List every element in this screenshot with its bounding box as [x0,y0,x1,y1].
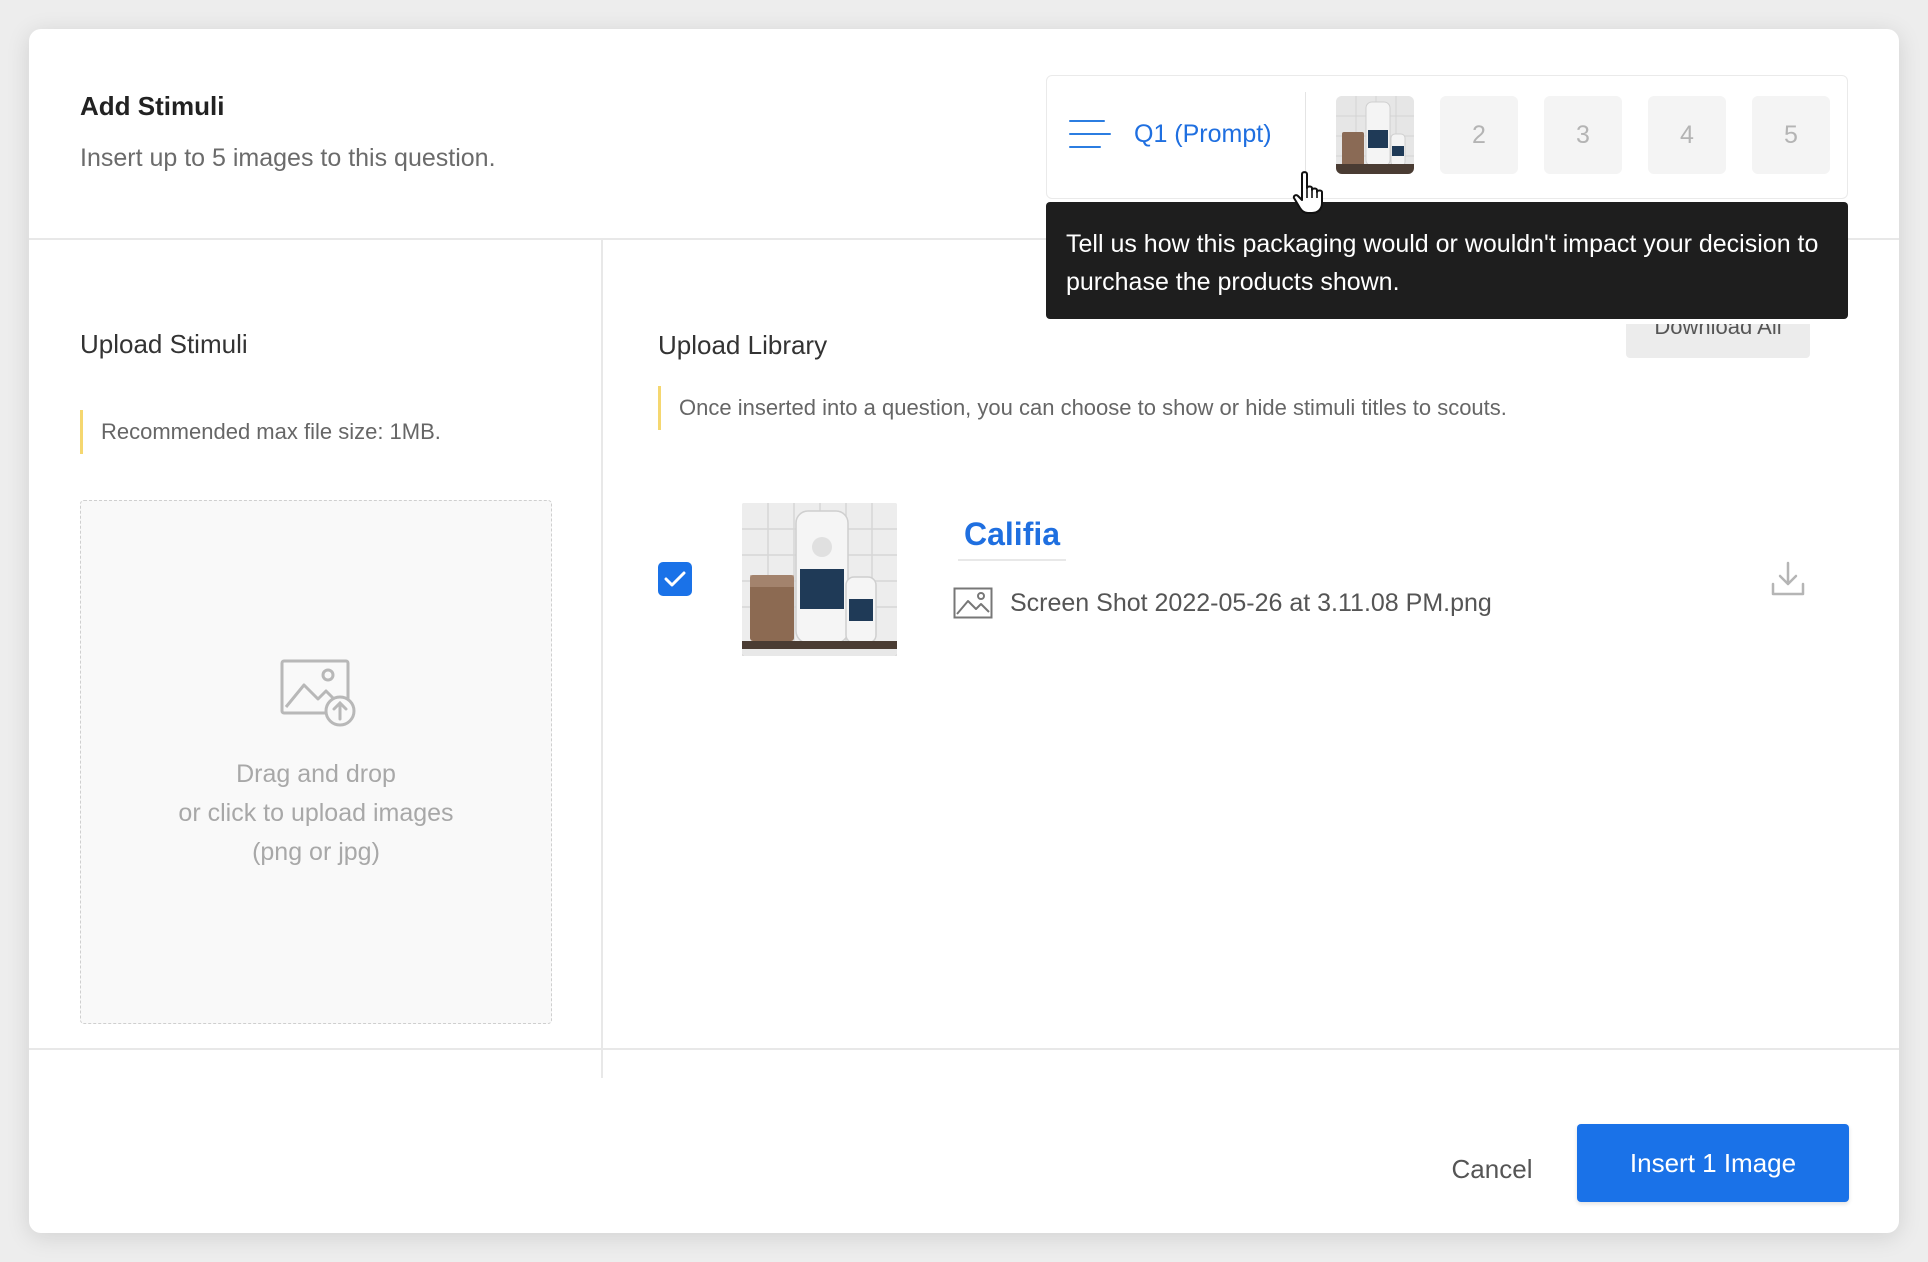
check-icon [664,571,686,587]
library-note: Once inserted into a question, you can c… [658,386,1507,430]
upload-stimuli-panel: Upload Stimuli Recommended max file size… [29,240,603,1078]
upload-stimuli-title: Upload Stimuli [80,329,248,359]
dialog-subtitle: Insert up to 5 images to this question. [80,144,496,172]
list-icon[interactable] [1069,120,1111,150]
image-upload-icon [280,659,356,727]
stimulus-thumbnail-image [1336,96,1414,174]
stimulus-slot-5[interactable]: 5 [1752,96,1830,174]
question-prompt-tooltip: Tell us how this packaging would or woul… [1046,202,1848,319]
dialog-title: Add Stimuli [80,91,225,121]
stimulus-slot-3[interactable]: 3 [1544,96,1622,174]
download-all-button[interactable]: Download All [1626,324,1810,358]
download-icon[interactable] [1770,560,1806,598]
upload-library-title: Upload Library [658,330,828,360]
question-stimuli-nav: Q1 (Prompt) 2 3 4 5 [1046,75,1848,199]
stimulus-slot-4[interactable]: 4 [1648,96,1726,174]
hand-cursor-icon [1292,171,1323,214]
dropzone-line-3: (png or jpg) [252,838,380,866]
file-size-note: Recommended max file size: 1MB. [80,410,441,454]
dialog-footer: Cancel Insert 1 Image [29,1048,1899,1233]
stimulus-file-name: Screen Shot 2022-05-26 at 3.11.08 PM.png [1010,589,1492,617]
dropzone-line-1: Drag and drop [236,760,396,788]
add-stimuli-dialog: Add Stimuli Insert up to 5 images to thi… [29,29,1899,1233]
item-checkbox[interactable] [658,562,692,596]
product-photo [742,503,897,656]
dropzone-text: Drag and drop or click to upload images … [81,755,551,872]
stimulus-slot-1[interactable] [1336,96,1414,174]
download-all-label: Download All [1654,324,1782,339]
image-dropzone[interactable]: Drag and drop or click to upload images … [80,500,552,1024]
image-file-icon [953,587,993,619]
stimulus-thumbnail [742,503,897,656]
stimulus-slot-2[interactable]: 2 [1440,96,1518,174]
cancel-button[interactable]: Cancel [1422,1144,1562,1194]
insert-image-button[interactable]: Insert 1 Image [1577,1124,1849,1202]
dropzone-line-2: or click to upload images [178,799,454,827]
question-label[interactable]: Q1 (Prompt) [1134,120,1272,149]
stimulus-title[interactable]: Califia [958,516,1067,561]
